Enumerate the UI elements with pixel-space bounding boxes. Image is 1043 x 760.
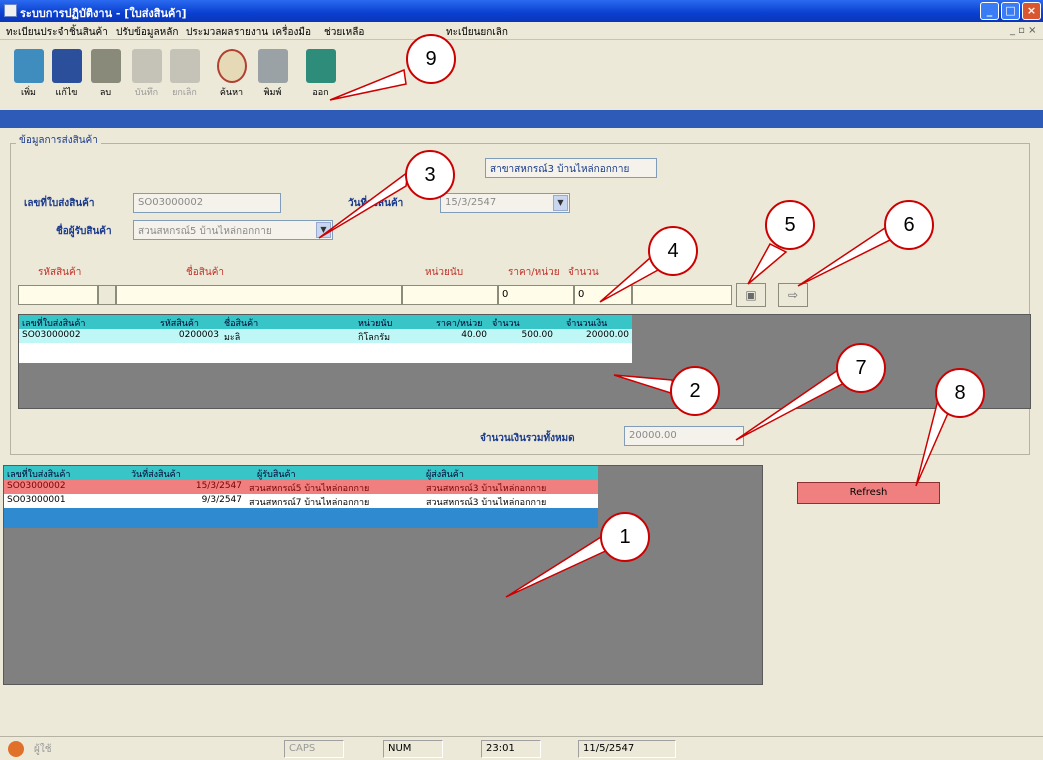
callout-1: 1 bbox=[600, 512, 650, 562]
callout-7: 7 bbox=[836, 343, 886, 393]
callout-6: 6 bbox=[884, 200, 934, 250]
callout-3: 3 bbox=[405, 150, 455, 200]
callout-arrows bbox=[318, 68, 954, 598]
callout-4: 4 bbox=[648, 226, 698, 276]
callout-8: 8 bbox=[935, 368, 985, 418]
callout-9: 9 bbox=[406, 34, 456, 84]
callout-2: 2 bbox=[670, 366, 720, 416]
callout-5: 5 bbox=[765, 200, 815, 250]
